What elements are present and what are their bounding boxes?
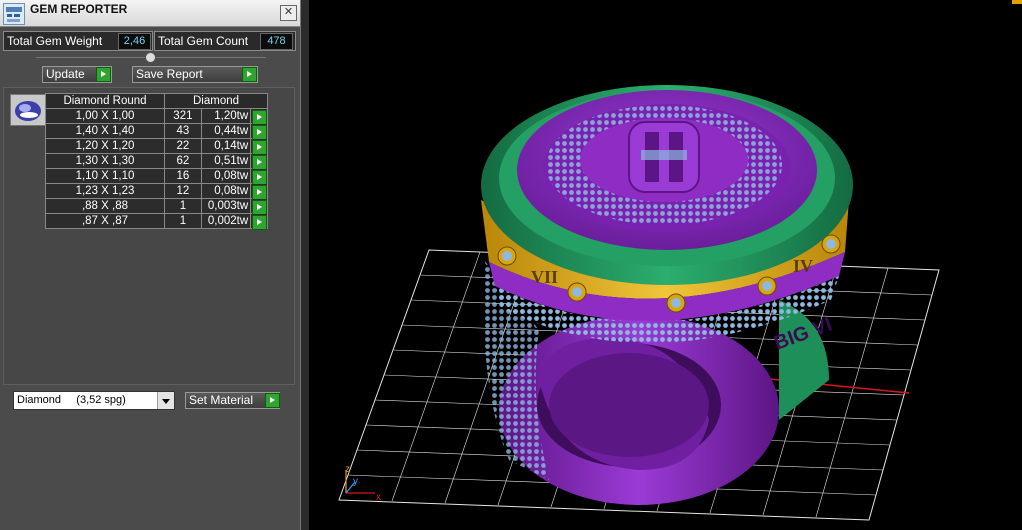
- gem-size: 1,40 X 1,40: [45, 123, 165, 139]
- close-icon[interactable]: ✕: [280, 5, 297, 21]
- ring-numeral-right: IV: [793, 256, 813, 276]
- total-gem-count-label: Total Gem Count: [158, 34, 249, 48]
- gem-count: 1: [164, 198, 202, 214]
- table-row[interactable]: 1,20 X 1,20 22 0,14tw: [45, 138, 268, 155]
- gem-table: Diamond Round Diamond 1,00 X 1,00 321 1,20…: [45, 93, 268, 230]
- gem-size: 1,30 X 1,30: [45, 153, 165, 169]
- ring-model[interactable]: VII IV BIG VI: [481, 85, 853, 505]
- table-row[interactable]: 1,23 X 1,23 12 0,08tw: [45, 183, 268, 200]
- gem-weight: 0,08tw: [200, 168, 252, 184]
- row-action[interactable]: [250, 108, 268, 125]
- gem-weight: 0,003tw: [200, 198, 252, 214]
- update-button[interactable]: Update: [42, 66, 112, 83]
- save-report-button[interactable]: Save Report: [132, 66, 258, 83]
- play-icon[interactable]: [242, 67, 257, 82]
- 3d-viewport[interactable]: VII IV BIG VI z y x: [309, 0, 1022, 530]
- gem-count: 321: [164, 108, 202, 124]
- material-selected: Diamond (3,52 spg): [17, 394, 126, 406]
- table-row[interactable]: ,87 X ,87 1 0,002tw: [45, 213, 268, 230]
- column-header-type: Diamond Round: [45, 93, 165, 109]
- chevron-down-icon[interactable]: [157, 392, 174, 409]
- gem-size: ,88 X ,88: [45, 198, 165, 214]
- gem-icon[interactable]: [10, 94, 46, 126]
- window-title: GEM REPORTER: [30, 2, 128, 16]
- row-action[interactable]: [250, 198, 268, 215]
- gem-weight: 0,002tw: [200, 213, 252, 229]
- table-row[interactable]: 1,30 X 1,30 62 0,51tw: [45, 153, 268, 170]
- set-material-label: Set Material: [189, 393, 254, 407]
- play-icon[interactable]: [96, 67, 111, 82]
- scene: VII IV BIG VI z y x: [338, 85, 940, 521]
- total-gem-weight-label: Total Gem Weight: [7, 34, 103, 48]
- gem-weight: 1,20tw: [200, 108, 252, 124]
- row-action[interactable]: [250, 183, 268, 200]
- total-gem-count-value: 478: [260, 33, 293, 50]
- gem-weight: 0,14tw: [200, 138, 252, 154]
- app-icon: [3, 3, 25, 25]
- row-action[interactable]: [250, 168, 268, 185]
- play-icon[interactable]: [252, 215, 268, 230]
- gem-count: 62: [164, 153, 202, 169]
- panel-splitter[interactable]: [300, 0, 309, 530]
- title-bar: GEM REPORTER ✕: [0, 0, 300, 27]
- viewport-corner-mark: [1012, 0, 1022, 4]
- row-action[interactable]: [250, 138, 268, 155]
- table-row[interactable]: 1,00 X 1,00 321 1,20tw: [45, 108, 268, 125]
- gem-reporter-panel: GEM REPORTER ✕ Total Gem Weight 2,46 Tot…: [0, 0, 300, 530]
- table-row[interactable]: ,88 X ,88 1 0,003tw: [45, 198, 268, 215]
- set-material-button[interactable]: Set Material: [185, 392, 280, 409]
- gem-size: 1,20 X 1,20: [45, 138, 165, 154]
- gem-weight: 0,51tw: [200, 153, 252, 169]
- update-label: Update: [46, 67, 85, 81]
- gem-weight: 0,08tw: [200, 183, 252, 199]
- gem-count: 12: [164, 183, 202, 199]
- gem-count: 1: [164, 213, 202, 229]
- gem-weight: 0,44tw: [200, 123, 252, 139]
- row-action[interactable]: [250, 153, 268, 170]
- play-icon[interactable]: [265, 393, 280, 408]
- gem-size: 1,00 X 1,00: [45, 108, 165, 124]
- row-action[interactable]: [250, 213, 268, 230]
- gem-size: ,87 X ,87: [45, 213, 165, 229]
- table-row[interactable]: 1,10 X 1,10 16 0,08tw: [45, 168, 268, 185]
- gem-count: 16: [164, 168, 202, 184]
- total-gem-weight-value: 2,46: [118, 33, 151, 50]
- total-gem-weight: Total Gem Weight 2,46: [3, 31, 153, 51]
- gem-count: 22: [164, 138, 202, 154]
- row-action[interactable]: [250, 123, 268, 140]
- gem-size: 1,10 X 1,10: [45, 168, 165, 184]
- axis-gizmo: z y x: [345, 464, 381, 503]
- table-row[interactable]: 1,40 X 1,40 43 0,44tw: [45, 123, 268, 140]
- gem-size: 1,23 X 1,23: [45, 183, 165, 199]
- axis-z-label: z: [345, 464, 350, 475]
- gem-count: 43: [164, 123, 202, 139]
- column-header-material: Diamond: [164, 93, 268, 109]
- collapse-icon[interactable]: [145, 52, 156, 63]
- save-report-label: Save Report: [136, 67, 203, 81]
- material-select[interactable]: Diamond (3,52 spg): [13, 391, 175, 410]
- axis-x-label: x: [376, 492, 381, 503]
- axis-y-label: y: [353, 476, 358, 487]
- total-gem-count: Total Gem Count 478: [154, 31, 296, 51]
- ring-numeral-left: VII: [531, 267, 558, 287]
- coin-symbol: [628, 121, 700, 193]
